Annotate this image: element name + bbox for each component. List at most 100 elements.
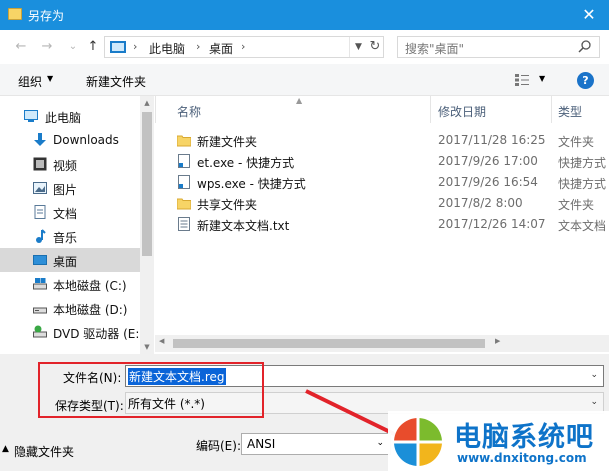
sidebar-item-drive-d[interactable]: 本地磁盘 (D:) [0, 296, 140, 320]
chevron-down-icon[interactable]: ⌄ [590, 397, 598, 407]
watermark: 电脑系统吧 www.dnxitong.com [388, 411, 609, 471]
sidebar-item-label: 桌面 [53, 255, 78, 269]
annotation-highlight-box [38, 362, 264, 418]
scroll-up-arrow-icon[interactable]: ▲ [140, 96, 154, 110]
table-row[interactable]: et.exe - 快捷方式 2017/9/26 17:00 快捷方式 [177, 151, 609, 172]
document-icon [34, 205, 46, 219]
table-row[interactable]: 新建文件夹 2017/11/28 16:25 文件夹 [177, 130, 609, 151]
scrollbar-thumb[interactable] [173, 339, 485, 348]
sidebar-item-label: 此电脑 [45, 111, 82, 125]
sidebar-item-label: 图片 [53, 183, 78, 197]
command-bar: 组织 ▼ 新建文件夹 ▼ ? [0, 64, 609, 96]
scroll-right-arrow-icon[interactable]: ▶ [495, 337, 500, 345]
chevron-down-icon[interactable]: ⌄ [590, 370, 598, 380]
sidebar-item-drive-c[interactable]: 本地磁盘 (C:) [0, 272, 140, 296]
drive-icon [33, 278, 47, 290]
file-name: 共享文件夹 [197, 198, 258, 212]
column-header-date[interactable]: 修改日期 [438, 103, 486, 130]
view-options-icon[interactable] [514, 73, 530, 87]
sidebar-item-this-pc[interactable]: 此电脑 [0, 104, 140, 128]
close-button[interactable]: ✕ [569, 0, 609, 30]
sidebar-item-dvd-e[interactable]: DVD 驱动器 (E:) [0, 320, 144, 344]
address-bar[interactable]: › 此电脑 › 桌面 › ▼ ↻ [104, 36, 384, 58]
title-bar: 另存为 ✕ [0, 0, 609, 30]
chevron-down-icon[interactable]: ⌄ [376, 438, 384, 448]
shortcut-icon [178, 175, 190, 189]
table-row[interactable]: 新建文本文档.txt 2017/12/26 14:07 文本文档 [177, 214, 609, 235]
chevron-down-icon[interactable]: ▼ [47, 74, 53, 83]
folder-icon [177, 135, 191, 147]
sidebar-item-label: 本地磁盘 (D:) [53, 303, 128, 317]
watermark-url: www.dnxitong.com [457, 451, 587, 465]
file-type: 文件夹 [558, 198, 595, 212]
back-button[interactable]: ← [12, 38, 30, 56]
file-name: et.exe - 快捷方式 [197, 156, 295, 170]
shortcut-icon [178, 154, 190, 168]
sidebar-item-downloads[interactable]: Downloads [0, 128, 140, 152]
encoding-select[interactable]: ANSI ⌄ [241, 433, 391, 455]
scroll-down-arrow-icon[interactable]: ▼ [140, 340, 154, 354]
breadcrumb-separator[interactable]: › [196, 40, 200, 53]
sidebar-item-label: DVD 驱动器 (E:) [53, 327, 145, 341]
hide-folders-button[interactable]: 隐藏文件夹 [14, 443, 74, 460]
breadcrumb-separator[interactable]: › [133, 40, 137, 53]
search-input[interactable]: 搜索"桌面" [397, 36, 600, 58]
chevron-down-icon[interactable]: ▼ [539, 74, 545, 83]
encoding-label: 编码(E): [196, 439, 241, 453]
up-button[interactable]: ↑ [84, 38, 102, 56]
sidebar-item-pictures[interactable]: 图片 [0, 176, 140, 200]
refresh-button[interactable]: ↻ [367, 37, 383, 57]
search-placeholder: 搜索"桌面" [405, 42, 465, 56]
table-row[interactable]: wps.exe - 快捷方式 2017/9/26 16:54 快捷方式 [177, 172, 609, 193]
file-date: 2017/12/26 14:07 [438, 217, 546, 231]
sort-indicator-icon: ▲ [296, 96, 303, 105]
sidebar-item-label: 本地磁盘 (C:) [53, 279, 127, 293]
breadcrumb-desktop[interactable]: 桌面 [209, 40, 233, 57]
column-header-name[interactable]: 名称 [177, 103, 201, 130]
download-icon [34, 133, 46, 146]
column-header-type[interactable]: 类型 [558, 103, 582, 130]
sidebar-item-label: 文档 [53, 207, 78, 221]
file-date: 2017/9/26 17:00 [438, 154, 538, 168]
recent-locations-button[interactable]: ⌄ [64, 38, 82, 56]
sidebar-item-videos[interactable]: 视频 [0, 152, 140, 176]
drive-icon [33, 307, 47, 314]
chevron-down-icon[interactable]: ▼ [349, 37, 367, 57]
file-name: wps.exe - 快捷方式 [197, 177, 306, 191]
sidebar-item-label: 音乐 [53, 231, 78, 245]
file-type: 文本文档 [558, 219, 607, 233]
navigation-scrollbar[interactable]: ▲ ▼ [140, 96, 154, 354]
text-file-icon [178, 217, 190, 231]
breadcrumb-separator[interactable]: › [241, 40, 245, 53]
file-type: 快捷方式 [558, 177, 607, 191]
windows-logo-icon [394, 418, 442, 466]
watermark-title: 电脑系统吧 [454, 422, 594, 453]
dvd-icon [33, 325, 47, 338]
sidebar-item-desktop[interactable]: 桌面 [0, 248, 140, 272]
file-name: 新建文本文档.txt [197, 219, 290, 233]
encoding-value: ANSI [247, 437, 276, 451]
desktop-icon [33, 255, 47, 265]
file-name: 新建文件夹 [197, 135, 258, 149]
breadcrumb-this-pc[interactable]: 此电脑 [149, 40, 185, 57]
table-row[interactable]: 共享文件夹 2017/8/2 8:00 文件夹 [177, 193, 609, 214]
sidebar-item-music[interactable]: 音乐 [0, 224, 140, 248]
organize-button[interactable]: 组织 [18, 73, 42, 90]
sidebar-item-documents[interactable]: 文档 [0, 200, 140, 224]
save-as-dialog-icon [8, 8, 22, 20]
file-date: 2017/11/28 16:25 [438, 133, 546, 147]
search-icon [578, 40, 591, 53]
file-type: 文件夹 [558, 135, 595, 149]
file-date: 2017/9/26 16:54 [438, 175, 538, 189]
forward-button[interactable]: → [38, 38, 56, 56]
help-button[interactable]: ? [577, 72, 594, 89]
folder-icon [177, 198, 191, 210]
chevron-up-icon[interactable]: ▲ [2, 444, 9, 454]
picture-icon [33, 182, 47, 194]
sidebar-item-label: Downloads [53, 133, 119, 147]
scroll-left-arrow-icon[interactable]: ◀ [159, 337, 164, 345]
navigation-pane: 此电脑 Downloads 视频 图片 文档 音乐 桌面 本地磁盘 (C:) 本… [0, 96, 154, 354]
new-folder-button[interactable]: 新建文件夹 [86, 73, 146, 90]
scrollbar-thumb[interactable] [142, 112, 152, 256]
file-list-horizontal-scrollbar[interactable]: ◀ ▶ [155, 335, 609, 352]
